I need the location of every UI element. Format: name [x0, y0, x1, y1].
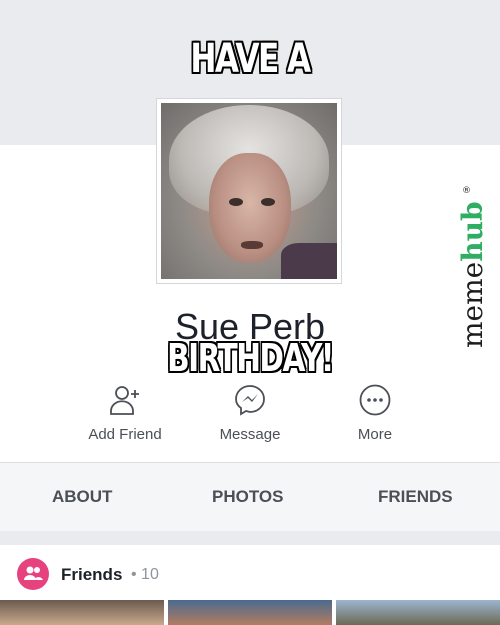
svg-text:memehub: memehub — [456, 201, 489, 348]
friend-thumbnail[interactable] — [0, 600, 164, 625]
profile-actions: Add Friend Message More — [0, 384, 500, 454]
profile-photo-image — [161, 103, 337, 279]
meme-top-caption: HAVE A — [190, 36, 311, 82]
tab-about[interactable]: ABOUT — [52, 487, 112, 507]
message-label: Message — [219, 426, 281, 443]
section-divider — [0, 531, 500, 545]
meme-bottom-caption: BIRTHDAY! — [167, 336, 334, 380]
friends-count: • 10 — [131, 566, 159, 583]
friends-thumbnails — [0, 600, 500, 625]
memehub-watermark: memehub ® — [440, 185, 500, 350]
more-button[interactable]: More — [315, 384, 435, 443]
friend-thumbnail[interactable] — [336, 600, 500, 625]
message-button[interactable]: Message — [190, 384, 310, 443]
more-label: More — [357, 426, 393, 443]
profile-photo[interactable] — [156, 98, 342, 284]
profile-tabs: ABOUT PHOTOS FRIENDS — [0, 462, 500, 532]
friends-icon — [17, 558, 49, 590]
friends-section-header[interactable]: Friends • 10 — [0, 545, 500, 600]
add-friend-icon — [109, 384, 141, 416]
messenger-icon — [234, 384, 266, 416]
tab-photos[interactable]: PHOTOS — [212, 487, 283, 507]
add-friend-button[interactable]: Add Friend — [65, 384, 185, 443]
more-icon — [359, 384, 391, 416]
add-friend-label: Add Friend — [88, 426, 162, 443]
svg-text:®: ® — [462, 186, 471, 196]
friends-title: Friends — [61, 565, 123, 584]
friend-thumbnail[interactable] — [168, 600, 332, 625]
tab-friends[interactable]: FRIENDS — [378, 487, 453, 507]
